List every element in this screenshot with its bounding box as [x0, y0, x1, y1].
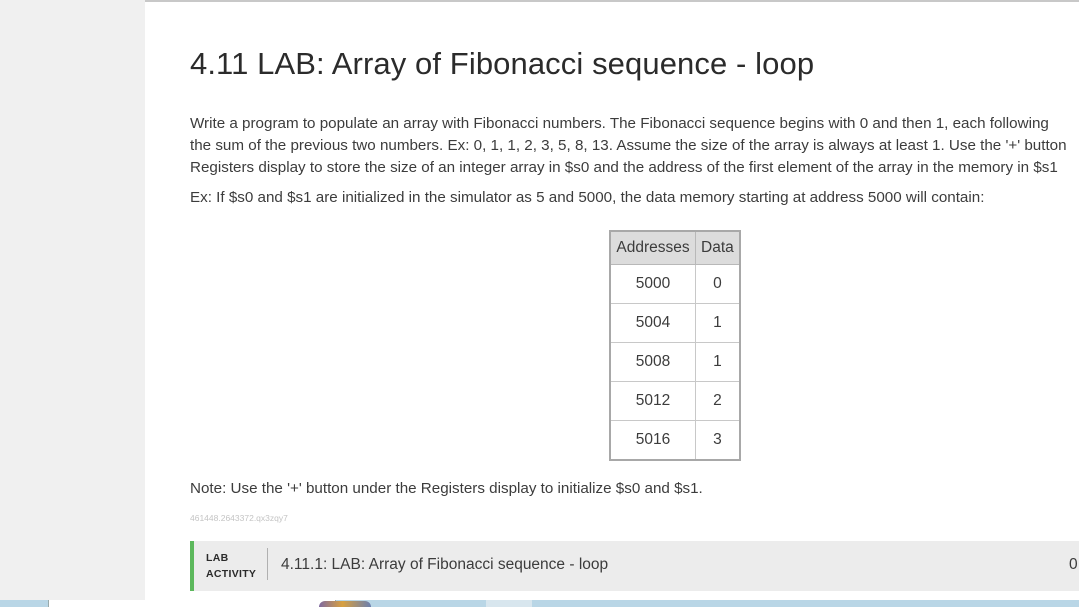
table-row: 5008 1 — [609, 342, 741, 382]
content-id-tag: 461448.2643372.qx3zqy7 — [190, 513, 288, 523]
left-gutter — [0, 0, 145, 600]
example-text: Ex: If $s0 and $s1 are initialized in th… — [190, 189, 985, 206]
description-line: Registers display to store the size of a… — [190, 159, 1058, 176]
table-header-row: Addresses Data — [609, 230, 741, 265]
address-cell: 5004 — [609, 303, 696, 343]
data-cell: 1 — [694, 342, 741, 382]
lab-activity-header[interactable]: LAB ACTIVITY 4.11.1: LAB: Array of Fibon… — [190, 541, 1079, 591]
data-cell: 0 — [694, 264, 741, 304]
lab-accent-bar — [190, 541, 194, 591]
address-cell: 5016 — [609, 420, 696, 461]
address-cell: 5008 — [609, 342, 696, 382]
table-row: 5004 1 — [609, 303, 741, 343]
table-row: 5016 3 — [609, 420, 741, 461]
content-panel: 4.11 LAB: Array of Fibonacci sequence - … — [145, 2, 1079, 600]
app-icon[interactable] — [319, 601, 371, 607]
lab-activity-title: 4.11.1: LAB: Array of Fibonacci sequence… — [281, 556, 609, 573]
table-row: 5012 2 — [609, 381, 741, 421]
data-cell: 2 — [694, 381, 741, 421]
column-header-data: Data — [694, 230, 741, 265]
description-line: the sum of the previous two numbers. Ex:… — [190, 137, 1067, 154]
taskbar — [0, 600, 1079, 607]
page-title: 4.11 LAB: Array of Fibonacci sequence - … — [190, 46, 815, 81]
taskbar-window[interactable] — [48, 600, 371, 607]
lab-activity-label: LAB ACTIVITY — [206, 550, 256, 582]
divider — [267, 548, 268, 580]
address-cell: 5000 — [609, 264, 696, 304]
address-cell: 5012 — [609, 381, 696, 421]
lab-score: 0 — [1069, 556, 1078, 573]
lab-label-line: ACTIVITY — [206, 568, 257, 580]
description: Write a program to populate an array wit… — [190, 113, 1079, 179]
data-cell: 1 — [694, 303, 741, 343]
column-header-addresses: Addresses — [609, 230, 696, 265]
description-line: Write a program to populate an array wit… — [190, 115, 1049, 132]
memory-table: Addresses Data 5000 0 5004 1 5008 1 5012… — [609, 230, 741, 461]
lab-label-line: LAB — [206, 552, 229, 564]
taskbar-segment[interactable] — [486, 600, 532, 607]
data-cell: 3 — [694, 420, 741, 461]
note-text: Note: Use the '+' button under the Regis… — [190, 480, 703, 497]
table-row: 5000 0 — [609, 264, 741, 304]
